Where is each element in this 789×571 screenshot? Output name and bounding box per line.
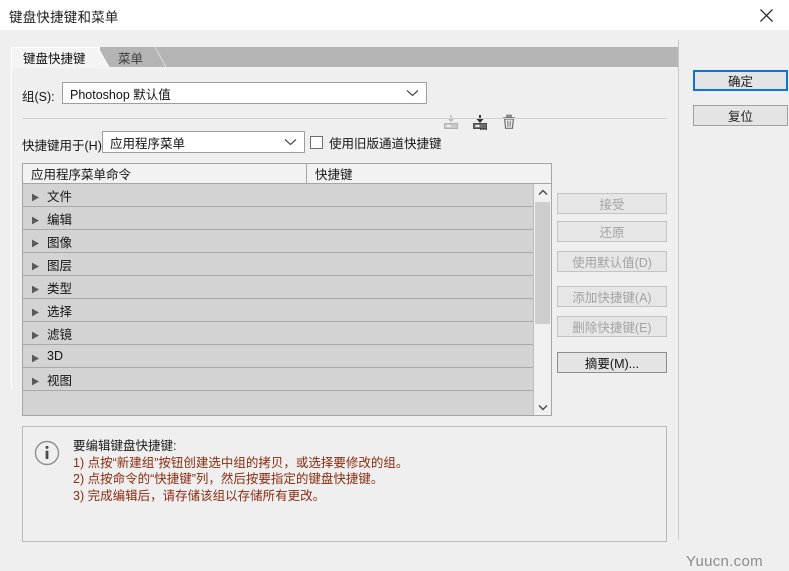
list-header: 应用程序菜单命令 快捷键 bbox=[22, 163, 552, 184]
legacy-channel-shortcuts-checkbox[interactable]: 使用旧版通道快捷键 bbox=[310, 133, 442, 152]
expand-triangle-icon[interactable] bbox=[31, 191, 40, 200]
panel-left-edge bbox=[11, 47, 12, 390]
column-header-command: 应用程序菜单命令 bbox=[31, 164, 131, 183]
vertical-divider bbox=[678, 40, 679, 540]
row-label: 文件 bbox=[47, 186, 72, 205]
row-label: 类型 bbox=[47, 278, 72, 297]
info-line-2: 2) 点按命令的“快捷键”列，然后按要指定的键盘快捷键。 bbox=[73, 471, 408, 488]
column-header-shortcut: 快捷键 bbox=[315, 164, 353, 183]
table-row[interactable]: 3D bbox=[23, 345, 534, 368]
table-row[interactable]: 文件 bbox=[23, 184, 534, 207]
save-icon bbox=[442, 113, 460, 131]
group-label: 组(S): bbox=[22, 86, 55, 105]
expand-triangle-icon[interactable] bbox=[31, 283, 40, 292]
save-group-as-button[interactable] bbox=[469, 111, 491, 133]
summarize-button[interactable]: 摘要(M)... bbox=[557, 352, 667, 373]
row-label: 图层 bbox=[47, 255, 72, 274]
tab-keyboard-shortcuts[interactable]: 键盘快捷键 bbox=[11, 47, 100, 68]
table-row[interactable]: 图像 bbox=[23, 230, 534, 253]
horizontal-rule bbox=[22, 118, 667, 119]
expand-triangle-icon[interactable] bbox=[31, 352, 40, 361]
command-list[interactable]: 文件编辑图像图层类型选择滤镜 3D 视图 bbox=[22, 184, 552, 416]
title-bar: 键盘快捷键和菜单 bbox=[0, 0, 789, 30]
shortcuts-for-select[interactable]: 应用程序菜单 bbox=[102, 131, 305, 153]
info-panel: 要编辑键盘快捷键: 1) 点按“新建组”按钮创建选中组的拷贝，或选择要修改的组。… bbox=[22, 426, 667, 542]
info-text: 要编辑键盘快捷键: 1) 点按“新建组”按钮创建选中组的拷贝，或选择要修改的组。… bbox=[73, 438, 408, 504]
group-select[interactable]: Photoshop 默认值 bbox=[62, 82, 427, 104]
table-row[interactable]: 滤镜 bbox=[23, 322, 534, 345]
close-icon bbox=[759, 8, 774, 23]
scroll-down-button[interactable] bbox=[534, 399, 551, 416]
tab-label: 键盘快捷键 bbox=[23, 48, 86, 67]
watermark: Yuucn.com bbox=[683, 552, 766, 571]
table-row[interactable]: 视图 bbox=[23, 368, 534, 391]
table-row[interactable]: 选择 bbox=[23, 299, 534, 322]
shortcuts-for-label: 快捷键用于(H): bbox=[22, 135, 105, 154]
table-row[interactable]: 类型 bbox=[23, 276, 534, 299]
table-row[interactable]: 图层 bbox=[23, 253, 534, 276]
command-rows: 文件编辑图像图层类型选择滤镜 3D 视图 bbox=[23, 184, 551, 391]
tab-panel-top-edge bbox=[11, 67, 678, 68]
tab-label: 菜单 bbox=[118, 48, 143, 67]
info-icon bbox=[34, 440, 60, 466]
save-as-icon bbox=[471, 113, 489, 131]
checkbox-label: 使用旧版通道快捷键 bbox=[329, 133, 442, 152]
chevron-down-icon bbox=[406, 86, 419, 100]
add-shortcut-button[interactable]: 添加快捷键(A) bbox=[557, 286, 667, 307]
tab-strip: 键盘快捷键 菜单 bbox=[11, 47, 678, 68]
close-button[interactable] bbox=[743, 0, 789, 30]
shortcuts-for-value: 应用程序菜单 bbox=[103, 133, 185, 152]
dialog-body: 键盘快捷键 菜单 组(S): Photoshop 默认值 bbox=[0, 30, 789, 570]
expand-triangle-icon[interactable] bbox=[31, 260, 40, 269]
expand-triangle-icon[interactable] bbox=[31, 329, 40, 338]
group-select-value: Photoshop 默认值 bbox=[63, 84, 171, 103]
reset-button[interactable]: 复位 bbox=[693, 105, 788, 126]
scrollbar-thumb[interactable] bbox=[535, 202, 550, 324]
tab-menus[interactable]: 菜单 bbox=[107, 47, 157, 68]
expand-triangle-icon[interactable] bbox=[31, 214, 40, 223]
row-label: 选择 bbox=[47, 301, 72, 320]
revert-button[interactable]: 还原 bbox=[557, 221, 667, 242]
accept-button[interactable]: 接受 bbox=[557, 193, 667, 214]
row-label: 滤镜 bbox=[47, 324, 72, 343]
window-title: 键盘快捷键和菜单 bbox=[9, 6, 119, 26]
row-label: 编辑 bbox=[47, 209, 72, 228]
chevron-down-icon bbox=[284, 135, 297, 149]
delete-icon bbox=[500, 113, 518, 131]
chevron-down-icon bbox=[538, 404, 548, 411]
info-heading: 要编辑键盘快捷键: bbox=[73, 438, 408, 455]
list-scrollbar[interactable] bbox=[533, 184, 551, 416]
info-line-3: 3) 完成编辑后，请存储该组以存储所有更改。 bbox=[73, 488, 408, 505]
use-default-button[interactable]: 使用默认值(D) bbox=[557, 251, 667, 272]
chevron-up-icon bbox=[538, 189, 548, 196]
row-label: 视图 bbox=[47, 370, 72, 389]
expand-triangle-icon[interactable] bbox=[31, 306, 40, 315]
column-separator bbox=[306, 164, 307, 183]
delete-group-button[interactable] bbox=[498, 111, 520, 133]
expand-triangle-icon[interactable] bbox=[31, 375, 40, 384]
info-line-1: 1) 点按“新建组”按钮创建选中组的拷贝，或选择要修改的组。 bbox=[73, 455, 408, 472]
tab-slant bbox=[155, 47, 167, 68]
expand-triangle-icon[interactable] bbox=[31, 237, 40, 246]
checkbox-box bbox=[310, 136, 323, 149]
save-group-button[interactable] bbox=[440, 111, 462, 133]
tab-slant bbox=[98, 48, 110, 69]
row-label: 图像 bbox=[47, 232, 72, 251]
ok-button[interactable]: 确定 bbox=[693, 70, 788, 91]
row-label: 3D bbox=[47, 349, 63, 363]
scroll-up-button[interactable] bbox=[534, 184, 551, 201]
delete-shortcut-button[interactable]: 删除快捷键(E) bbox=[557, 316, 667, 337]
table-row[interactable]: 编辑 bbox=[23, 207, 534, 230]
